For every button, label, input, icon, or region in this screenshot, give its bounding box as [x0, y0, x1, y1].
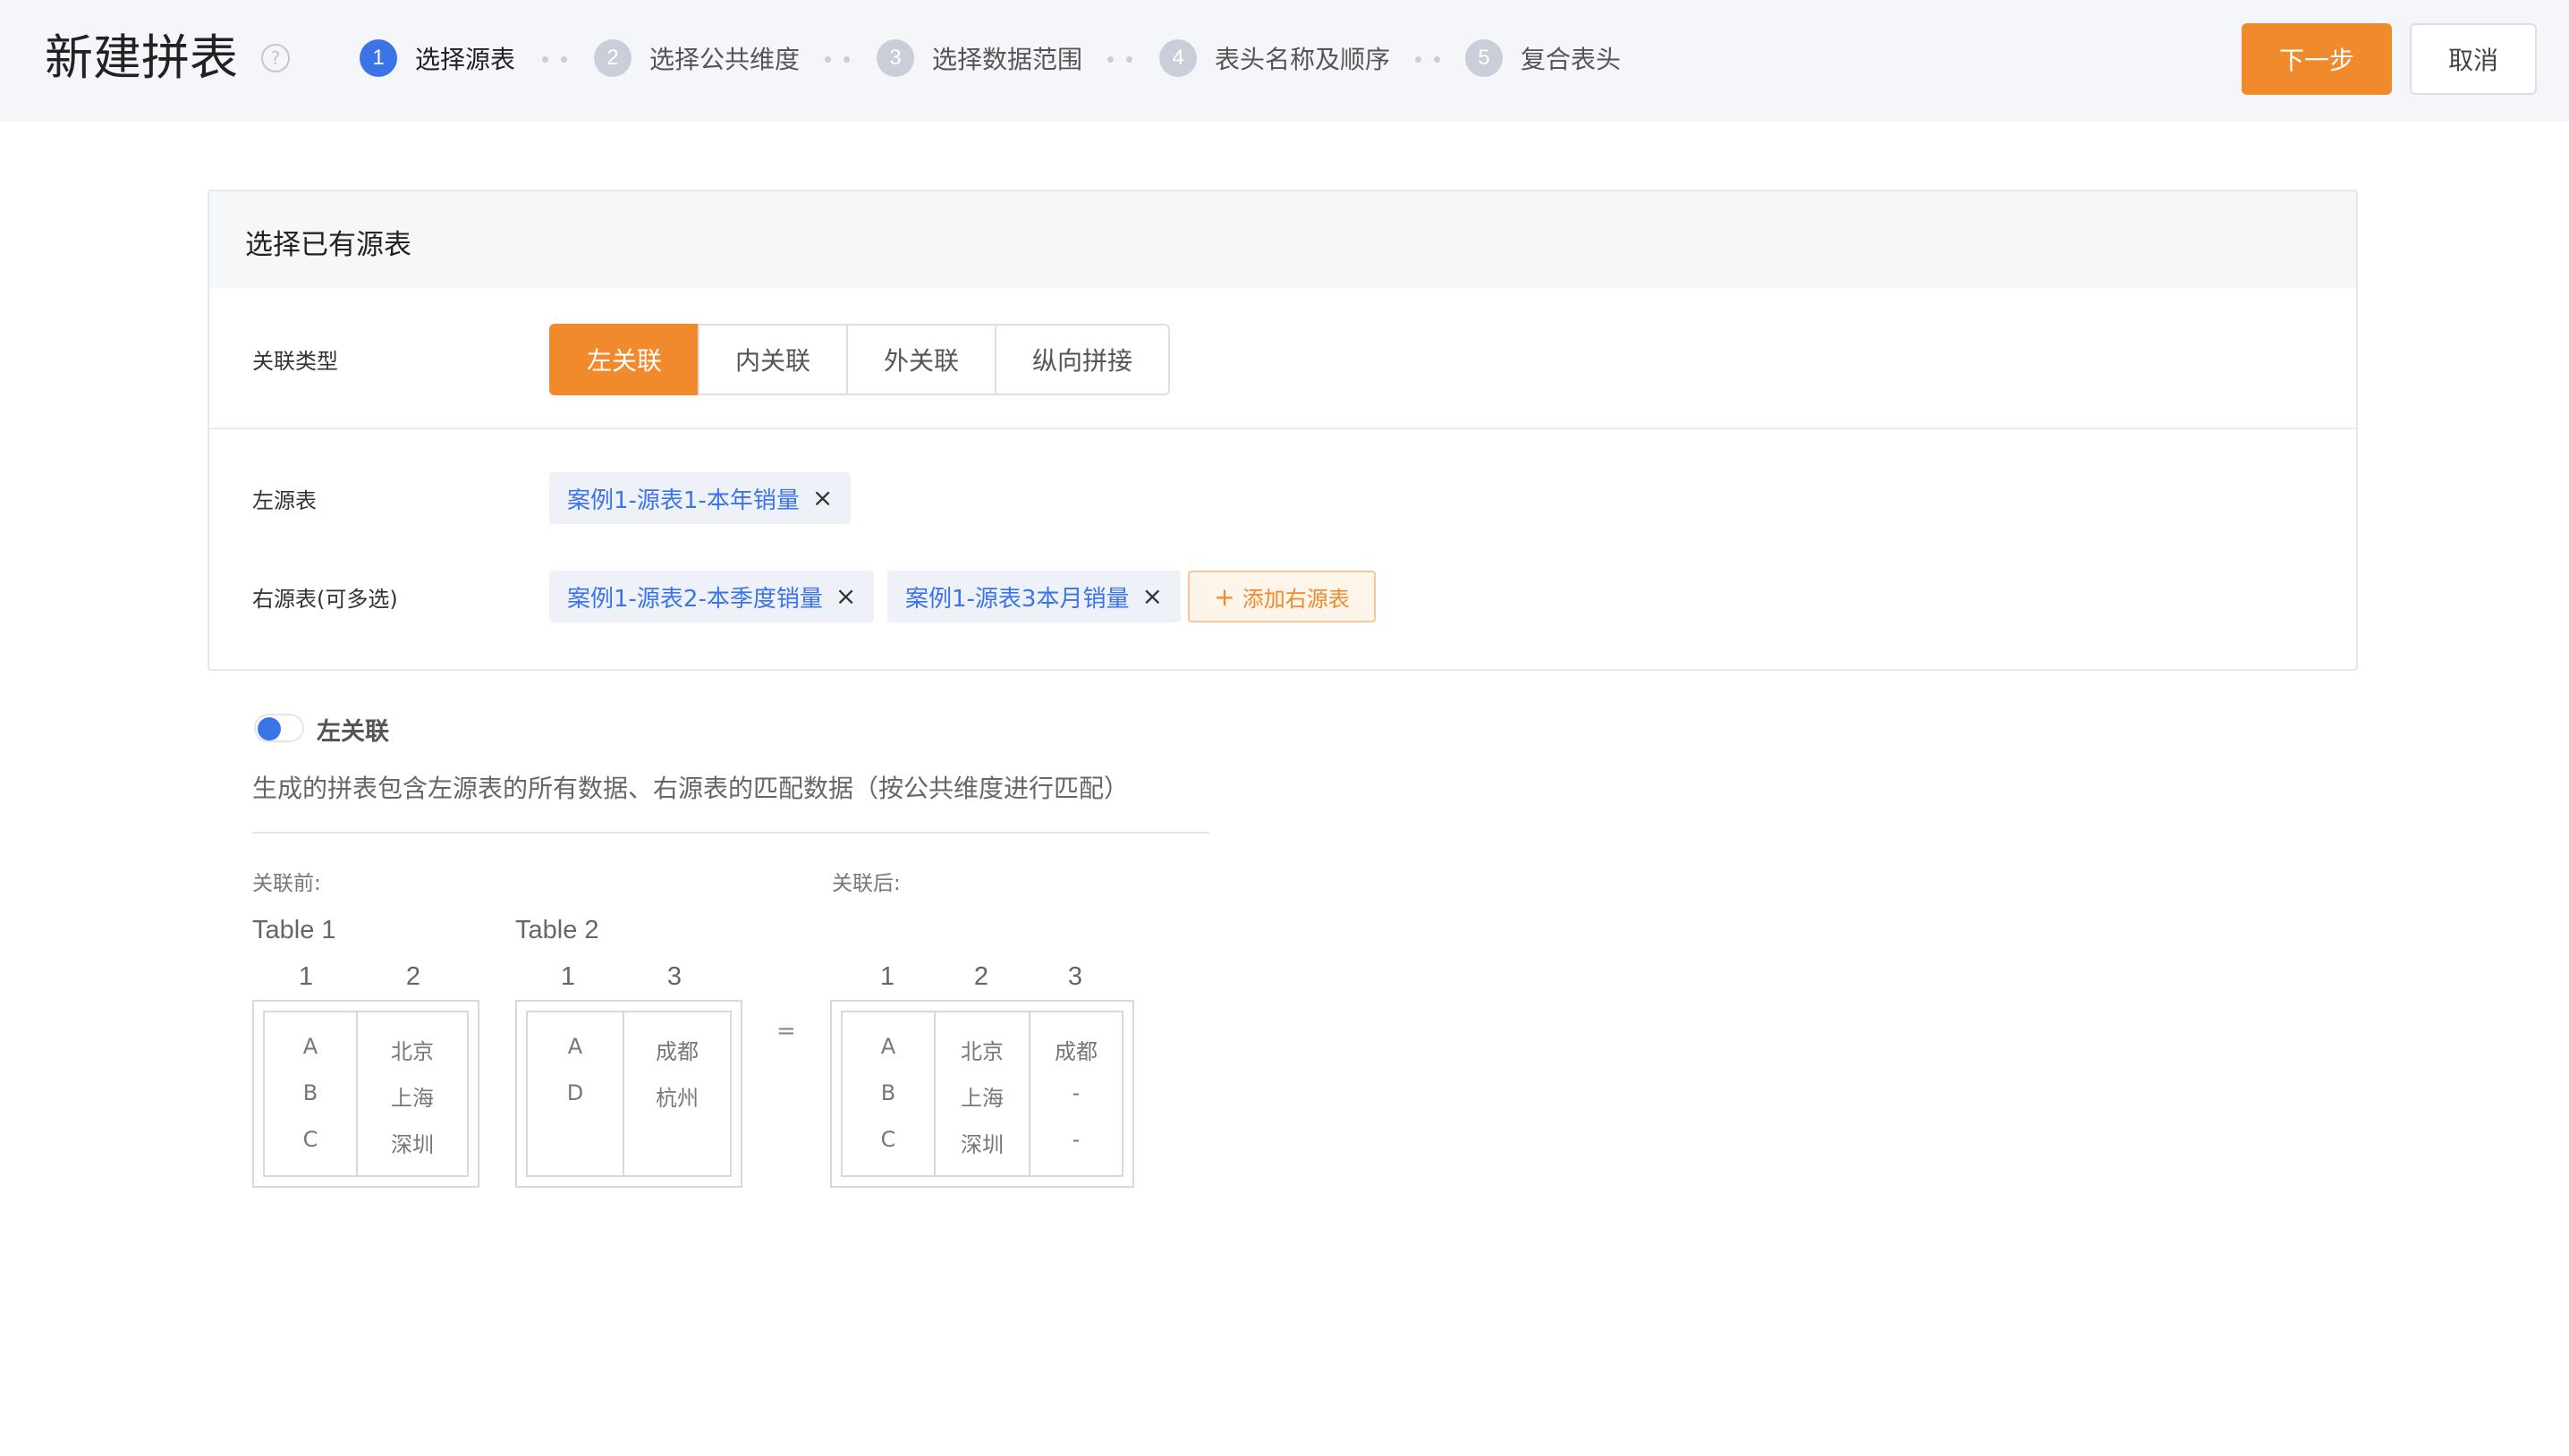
- table-cell: C: [302, 1127, 318, 1152]
- source-table-card: 选择已有源表 关联类型 左关联 内关联 外关联 纵向拼接 左源表 案例1-源表1…: [208, 190, 2358, 671]
- table2-col-header: 3: [666, 962, 683, 991]
- step-number: 1: [360, 39, 397, 77]
- right-source-tag: 案例1-源表3本月销量 ×: [887, 571, 1181, 622]
- result-col-header: 3: [1067, 962, 1083, 991]
- result-table: A B C 北京 上海 深圳 成都 - -: [830, 1000, 1134, 1188]
- table1-col-header: 2: [405, 962, 421, 991]
- tag-label: 案例1-源表3本月销量: [905, 585, 1130, 613]
- step-label: 选择公共维度: [649, 45, 801, 74]
- table-cell: 杭州: [656, 1086, 699, 1111]
- table-cell: 北京: [391, 1039, 434, 1064]
- join-type-left[interactable]: 左关联: [549, 324, 699, 395]
- table-cell: A: [880, 1034, 896, 1059]
- divider: [252, 832, 1209, 834]
- close-icon[interactable]: ×: [835, 584, 856, 609]
- plus-icon: +: [1214, 581, 1235, 612]
- join-description: 生成的拼表包含左源表的所有数据、右源表的匹配数据（按公共维度进行匹配）: [252, 774, 1130, 803]
- next-step-button[interactable]: 下一步: [2242, 23, 2392, 95]
- step-label: 表头名称及顺序: [1215, 45, 1391, 74]
- step-2[interactable]: 2 选择公共维度: [594, 39, 800, 77]
- result-col-header: 2: [973, 962, 989, 991]
- table2: A D 成都 杭州: [515, 1000, 742, 1188]
- step-number: 2: [594, 39, 632, 77]
- step-number: 4: [1159, 39, 1197, 77]
- join-toggle[interactable]: [254, 714, 304, 742]
- step-separator: [1107, 56, 1132, 63]
- table-cell: C: [880, 1127, 896, 1152]
- join-type-vertical[interactable]: 纵向拼接: [995, 324, 1170, 395]
- step-label: 复合表头: [1521, 45, 1622, 74]
- card-title: 选择已有源表: [245, 229, 411, 261]
- table-cell: 深圳: [961, 1132, 1004, 1157]
- step-label: 选择源表: [415, 45, 516, 74]
- tag-label: 案例1-源表2-本季度销量: [567, 585, 823, 613]
- after-label: 关联后:: [832, 872, 901, 895]
- table2-col-header: 1: [560, 962, 576, 991]
- join-explanation-title: 左关联: [317, 718, 389, 746]
- add-right-source-label: 添加右源表: [1242, 586, 1350, 612]
- table-cell: 北京: [961, 1039, 1004, 1064]
- question-circle-icon[interactable]: ?: [261, 44, 290, 72]
- step-label: 选择数据范围: [932, 45, 1083, 74]
- table-cell: 上海: [391, 1086, 434, 1111]
- step-number: 5: [1465, 39, 1503, 77]
- table-cell: 成都: [1055, 1039, 1098, 1064]
- table-cell: A: [567, 1034, 583, 1059]
- top-bar: 新建拼表 ? 1 选择源表 2 选择公共维度 3 选择数据范围 4 表头名称及顺…: [0, 0, 2569, 122]
- close-icon[interactable]: ×: [812, 486, 833, 511]
- table-cell: B: [880, 1080, 896, 1105]
- step-separator: [542, 56, 567, 63]
- table1-title: Table 1: [252, 916, 336, 944]
- table-cell: 深圳: [391, 1132, 434, 1157]
- table-cell: -: [1072, 1080, 1081, 1105]
- table-cell: A: [302, 1034, 318, 1059]
- table-cell: -: [1072, 1127, 1081, 1152]
- result-col-header: 1: [879, 962, 895, 991]
- tag-label: 案例1-源表1-本年销量: [567, 487, 800, 514]
- table-cell: B: [302, 1080, 318, 1105]
- join-type-selector: 左关联 内关联 外关联 纵向拼接: [549, 324, 1170, 395]
- right-source-tag: 案例1-源表2-本季度销量 ×: [549, 571, 875, 622]
- join-type-inner[interactable]: 内关联: [698, 324, 848, 395]
- right-source-label: 右源表(可多选): [252, 587, 398, 612]
- table-cell: 上海: [961, 1086, 1004, 1111]
- page-title: 新建拼表: [45, 30, 238, 86]
- card-header: 选择已有源表: [209, 191, 2356, 288]
- step-number: 3: [877, 39, 914, 77]
- join-type-label: 关联类型: [252, 349, 338, 374]
- table-cell: 成都: [656, 1039, 699, 1064]
- before-label: 关联前:: [252, 872, 321, 895]
- equals-sign: =: [776, 1018, 796, 1045]
- toggle-knob: [258, 717, 281, 741]
- cancel-button[interactable]: 取消: [2410, 23, 2537, 95]
- step-separator: [1415, 56, 1440, 63]
- table1-col-header: 1: [298, 962, 314, 991]
- divider: [209, 427, 2356, 429]
- step-4[interactable]: 4 表头名称及顺序: [1159, 39, 1390, 77]
- left-source-tag: 案例1-源表1-本年销量 ×: [549, 472, 852, 524]
- table1: A B C 北京 上海 深圳: [252, 1000, 479, 1188]
- left-source-label: 左源表: [252, 488, 317, 513]
- table2-title: Table 2: [515, 916, 599, 944]
- add-right-source-button[interactable]: + 添加右源表: [1188, 571, 1376, 622]
- close-icon[interactable]: ×: [1141, 584, 1162, 609]
- step-separator: [825, 56, 850, 63]
- step-3[interactable]: 3 选择数据范围: [877, 39, 1082, 77]
- table-cell: D: [566, 1080, 584, 1105]
- step-5[interactable]: 5 复合表头: [1465, 39, 1621, 77]
- join-type-outer[interactable]: 外关联: [846, 324, 996, 395]
- step-1[interactable]: 1 选择源表: [360, 39, 515, 77]
